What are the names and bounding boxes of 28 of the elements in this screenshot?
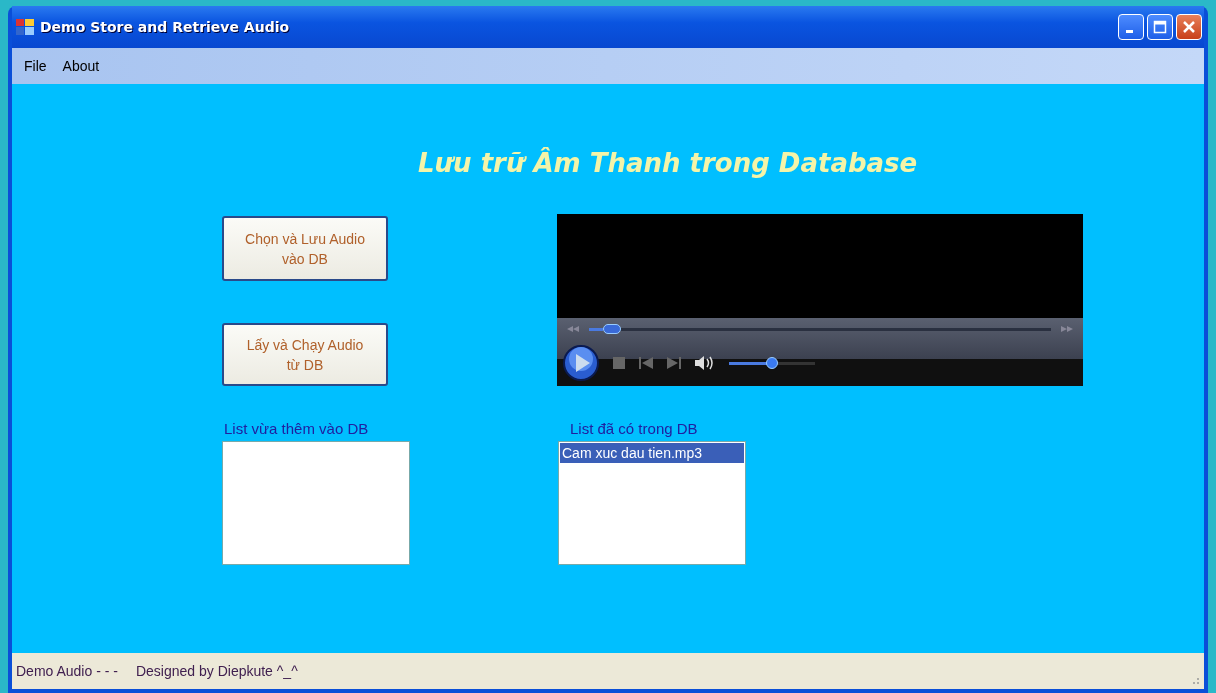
- volume-icon[interactable]: [695, 355, 715, 371]
- window-title: Demo Store and Retrieve Audio: [40, 19, 290, 35]
- volume-handle[interactable]: [766, 356, 778, 369]
- menu-item[interactable]: About: [54, 58, 108, 74]
- list-label: List vừa thêm vào DB: [224, 420, 370, 437]
- minimize-button[interactable]: [1118, 14, 1144, 40]
- list-box[interactable]: Cam xuc dau tien.mp3: [558, 441, 746, 565]
- next-icon[interactable]: [667, 357, 681, 369]
- maximize-button[interactable]: [1147, 14, 1173, 40]
- list-item[interactable]: Cam xuc dau tien.mp3: [560, 443, 744, 463]
- seek-bar[interactable]: [589, 327, 1051, 331]
- status-text: Demo Audio - - -: [16, 663, 118, 679]
- action-button[interactable]: Chọn và Lưu Audio vào DB: [222, 216, 388, 281]
- status-text: Designed by Diepkute ^_^: [135, 663, 298, 679]
- close-button[interactable]: [1176, 14, 1202, 40]
- menu-item[interactable]: File: [16, 58, 55, 74]
- play-button[interactable]: [563, 345, 599, 381]
- maximize-icon: [1153, 20, 1167, 34]
- previous-icon[interactable]: [639, 357, 653, 369]
- action-button[interactable]: Lấy và Chạy Audio từ DB: [222, 323, 388, 386]
- app-icon: [16, 19, 34, 35]
- list-label: List đã có trong DB: [570, 420, 699, 437]
- minimize-icon: [1126, 29, 1133, 33]
- close-icon: [1182, 20, 1196, 34]
- list-box[interactable]: [222, 441, 410, 565]
- page-heading: Lưu trữ Âm Thanh trong Database: [418, 148, 919, 180]
- seek-handle[interactable]: [602, 323, 621, 334]
- resize-grip-icon[interactable]: [1190, 675, 1200, 685]
